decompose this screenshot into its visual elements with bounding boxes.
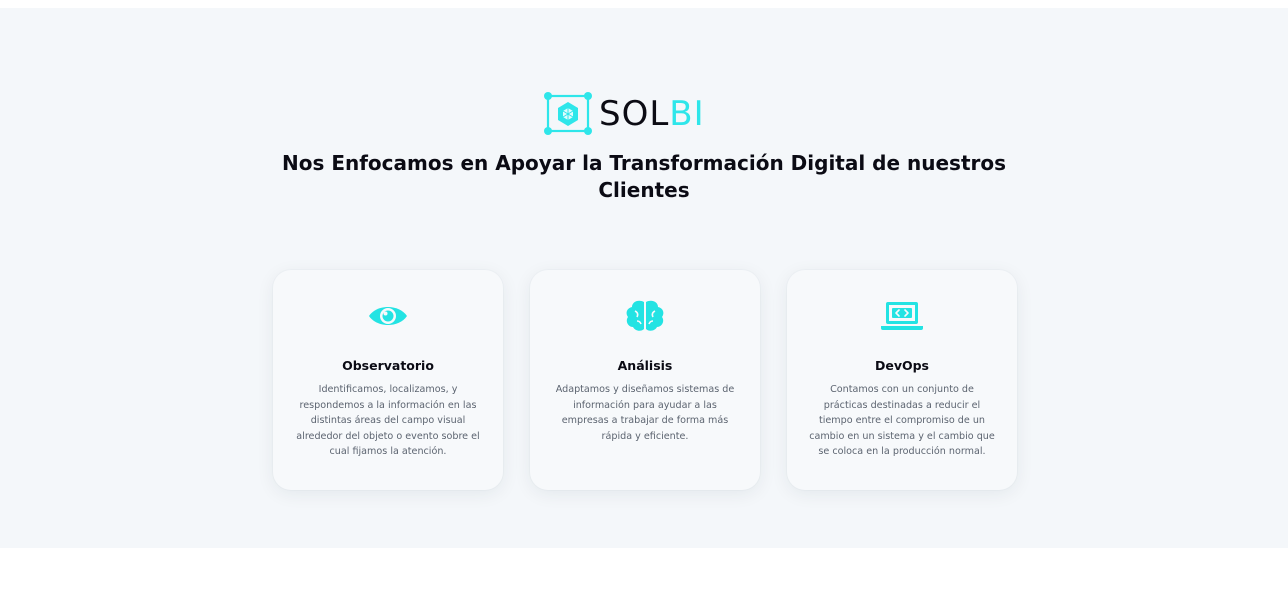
card-title: DevOps <box>874 358 930 373</box>
service-card-analisis: Análisis Adaptamos y diseñamos sistemas … <box>530 270 760 490</box>
cube-network-icon <box>543 92 593 136</box>
logo-text-dark: SOL <box>599 94 670 134</box>
card-title: Análisis <box>617 358 673 373</box>
brain-icon <box>530 296 760 336</box>
services-section: SOLBI Nos Enfocamos en Apoyar la Transfo… <box>0 8 1288 548</box>
card-description: Identificamos, localizamos, y respondemo… <box>296 384 480 457</box>
section-headline: Nos Enfocamos en Apoyar la Transformació… <box>281 151 1007 202</box>
laptop-code-icon <box>787 296 1017 336</box>
logo-text-light: BI <box>669 94 705 134</box>
card-description: Adaptamos y diseñamos sistemas de inform… <box>555 384 735 442</box>
service-card-devops: DevOps Contamos con un conjunto de práct… <box>787 270 1017 490</box>
eye-icon <box>273 296 503 336</box>
card-title: Observatorio <box>342 358 434 373</box>
service-card-observatorio: Observatorio Identificamos, localizamos,… <box>273 270 503 490</box>
solbi-logo[interactable]: SOLBI <box>543 92 705 136</box>
logo-wordmark: SOLBI <box>599 92 705 136</box>
card-description: Contamos con un conjunto de prácticas de… <box>809 384 995 457</box>
